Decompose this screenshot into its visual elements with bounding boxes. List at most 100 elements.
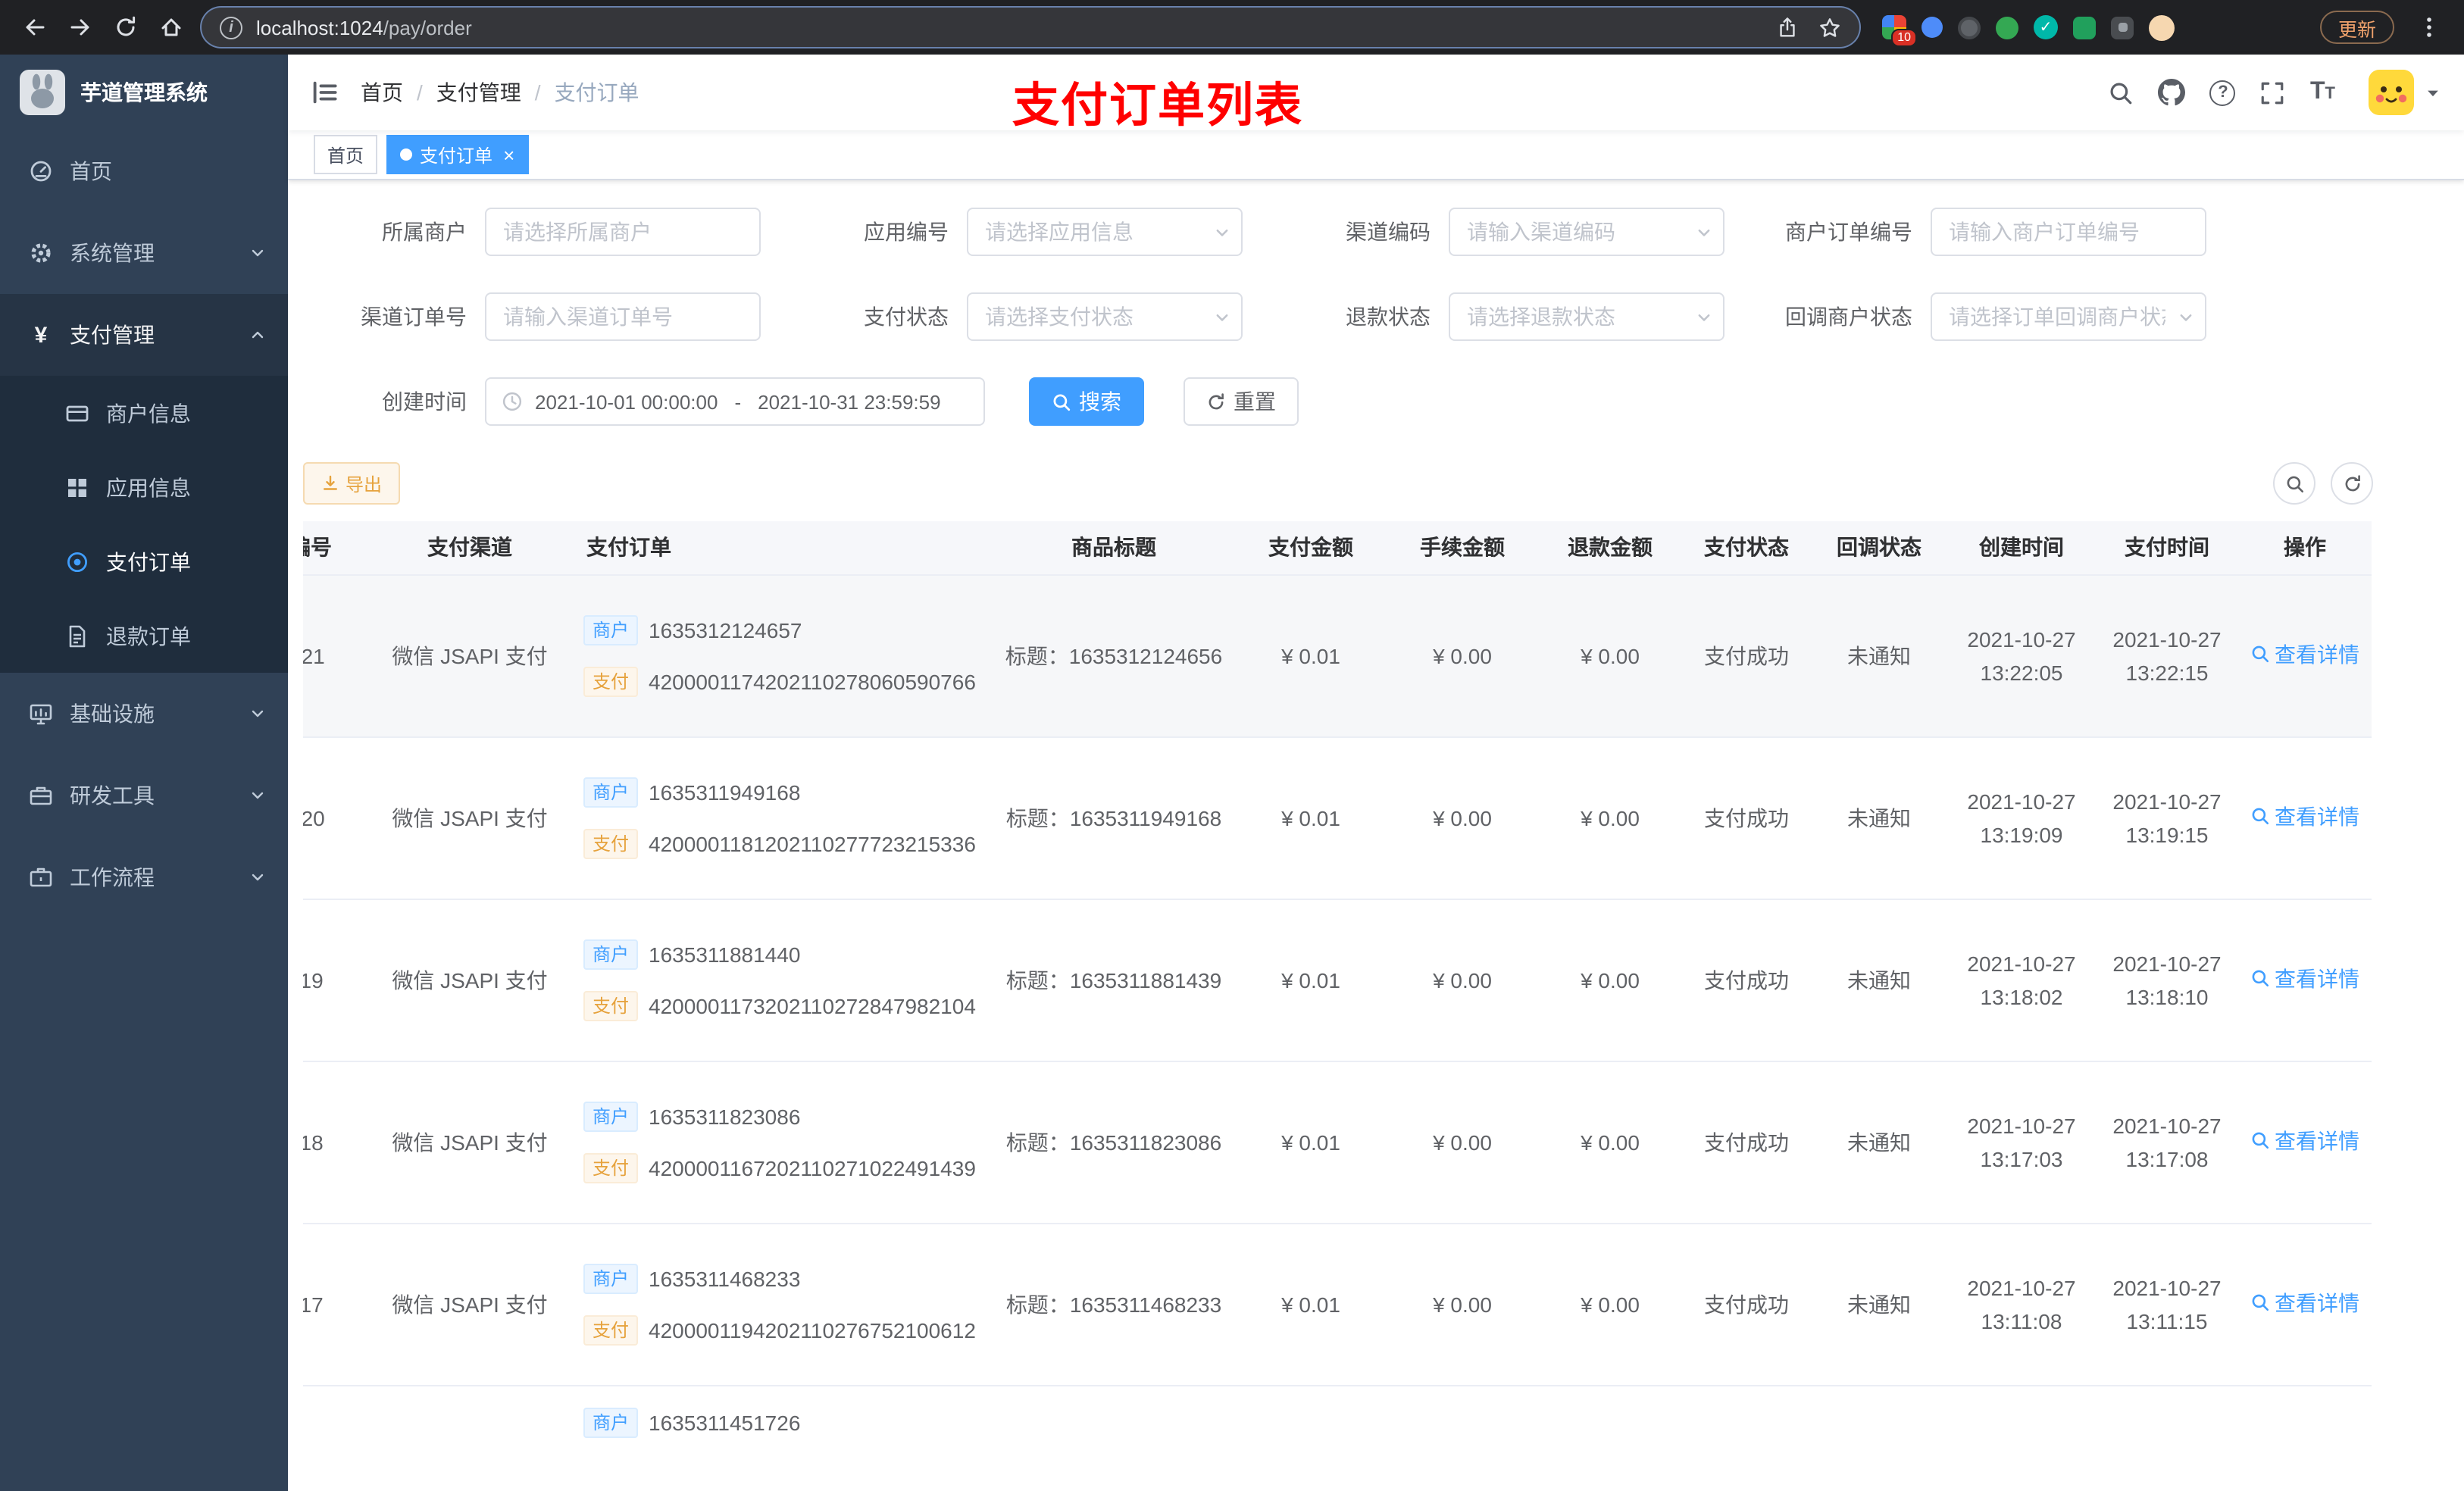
app-logo-row[interactable]: 芋道管理系统	[0, 55, 288, 130]
breadcrumb-current: 支付订单	[554, 80, 639, 105]
share-icon[interactable]	[1776, 16, 1799, 39]
sidebar-item-refund-order[interactable]: 退款订单	[0, 599, 288, 673]
create-time-cell: 2021-10-27 13:22:05	[1947, 574, 2096, 737]
view-detail-link[interactable]: 查看详情	[2250, 800, 2359, 833]
view-detail-link[interactable]: 查看详情	[2250, 1124, 2359, 1158]
back-button[interactable]	[12, 5, 58, 50]
filter-merchant-order-no: 商户订单编号	[1749, 208, 2206, 256]
col-channel: 支付渠道	[371, 521, 568, 575]
search-icon	[1053, 393, 1071, 411]
github-icon[interactable]	[2158, 79, 2186, 106]
forward-button[interactable]	[58, 5, 103, 50]
date-range-picker[interactable]: 2021-10-01 00:00:00 - 2021-10-31 23:59:5…	[485, 377, 985, 426]
search-icon[interactable]	[2109, 80, 2134, 105]
sidebar-item-pay-order[interactable]: 支付订单	[0, 524, 288, 599]
order-id-cell: 118	[303, 1061, 371, 1224]
extension-puzzle-icon[interactable]	[2111, 16, 2134, 39]
sidebar-item-infrastructure[interactable]: 基础设施	[0, 673, 288, 755]
extension-green-square-icon[interactable]	[2073, 16, 2096, 39]
export-button[interactable]: 导出	[303, 462, 401, 505]
filter-app-no-select[interactable]	[967, 208, 1243, 256]
fee-amount-cell: ¥ 0.00	[1387, 1061, 1538, 1224]
filter-merchant-input[interactable]	[485, 208, 761, 256]
close-tab-icon[interactable]: ×	[503, 143, 514, 166]
browser-update-button[interactable]: 更新	[2319, 11, 2394, 44]
product-title-cell: 标题：1635312124656	[993, 574, 1235, 737]
sidebar-item-app-info[interactable]: 应用信息	[0, 450, 288, 524]
forward-arrow-icon	[70, 19, 89, 36]
merchant-order-no: 1635311468233	[649, 1266, 801, 1290]
filter-pay-status-select[interactable]	[967, 292, 1243, 341]
url-host: localhost:1024	[256, 16, 383, 39]
extension-green-icon[interactable]	[1996, 16, 2018, 39]
profile-avatar-icon[interactable]	[2149, 14, 2175, 40]
action-cell: 查看详情	[2238, 736, 2372, 899]
extension-gray-icon[interactable]	[1958, 16, 1981, 39]
filter-refund-status-select[interactable]	[1449, 292, 1724, 341]
date-separator: -	[734, 390, 742, 413]
font-size-icon[interactable]: TT	[2310, 79, 2335, 106]
address-bar[interactable]: i localhost:1024/pay/order	[200, 6, 1861, 48]
pay-order-no: 4200001173202110272847982104	[649, 993, 976, 1017]
tab-pay-order[interactable]: 支付订单 ×	[386, 135, 529, 174]
merchant-tag: 商户	[583, 777, 639, 807]
breadcrumb-payment[interactable]: 支付管理	[436, 77, 521, 108]
col-notify: 回调状态	[1811, 521, 1947, 575]
breadcrumb-home[interactable]: 首页	[361, 77, 403, 108]
table-row: 119 微信 JSAPI 支付 商户 1635311881440 支付 4200…	[303, 899, 2372, 1061]
bookmark-star-icon[interactable]	[1818, 16, 1841, 39]
tab-home[interactable]: 首页	[314, 135, 378, 174]
view-detail-link[interactable]: 查看详情	[2250, 962, 2359, 996]
page-content: 所属商户 应用编号 渠道编码 商户订单编号	[288, 180, 2464, 1491]
extension-colorful-icon[interactable]: 10	[1882, 15, 1917, 47]
sidebar-item-merchant-info[interactable]: 商户信息	[0, 376, 288, 450]
sidebar-item-system[interactable]: 系统管理	[0, 212, 288, 294]
pay-order-line: 支付 4200001173202110272847982104	[583, 990, 987, 1021]
extension-teal-check-icon[interactable]: ✓	[2034, 15, 2058, 39]
view-detail-link[interactable]: 查看详情	[2250, 1286, 2359, 1320]
home-button[interactable]	[149, 5, 194, 50]
filter-merchant-order-no-input[interactable]	[1931, 208, 2206, 256]
fee-amount-cell: ¥ 0.00	[1387, 899, 1538, 1061]
help-icon[interactable]: ?	[2209, 80, 2236, 105]
kebab-menu-icon	[2427, 17, 2431, 37]
reset-button[interactable]: 重置	[1184, 377, 1299, 426]
fullscreen-icon[interactable]	[2260, 80, 2286, 105]
reload-button[interactable]	[103, 5, 149, 50]
site-info-icon[interactable]: i	[220, 16, 242, 39]
pay-order-cell: 商户 1635311468233 支付 42000011942021102767…	[568, 1223, 993, 1386]
pay-tag: 支付	[583, 990, 639, 1021]
tags-view: 首页 支付订单 ×	[288, 130, 2464, 180]
sidebar-item-payment[interactable]: ¥ 支付管理	[0, 294, 288, 376]
col-title: 商品标题	[993, 521, 1235, 575]
page-title: 支付订单列表	[1012, 79, 1303, 132]
create-time-cell: 2021-10-27 13:18:02	[1947, 899, 2096, 1061]
table-row: 121 微信 JSAPI 支付 商户 1635312124657 支付 4200…	[303, 574, 2372, 737]
sidebar-item-devtools[interactable]: 研发工具	[0, 755, 288, 836]
sidebar-item-home[interactable]: 首页	[0, 130, 288, 212]
pay-order-line: 支付 4200001174202110278060590766	[583, 666, 987, 696]
pay-order-cell: 商户 1635311823086 支付 42000011672021102710…	[568, 1061, 993, 1224]
view-detail-link[interactable]: 查看详情	[2250, 638, 2359, 671]
filter-create-time-label: 创建时间	[382, 389, 467, 414]
chevron-down-icon	[1698, 314, 1710, 321]
filter-channel-order-no-input[interactable]	[485, 292, 761, 341]
filter-channel-code-select[interactable]	[1449, 208, 1724, 256]
pay-time-cell: 2021-10-27 13:18:10	[2096, 899, 2238, 1061]
hamburger-button[interactable]	[288, 79, 361, 106]
browser-menu-button[interactable]	[2406, 5, 2452, 50]
user-menu[interactable]	[2369, 70, 2441, 115]
notify-status-cell: 未通知	[1811, 899, 1947, 1061]
filter-channel-order-no-label: 渠道订单号	[361, 305, 467, 329]
pay-amount-cell: ¥ 0.01	[1235, 574, 1387, 737]
extension-blue-icon[interactable]	[1921, 17, 1943, 38]
clock-icon	[502, 392, 522, 411]
merchant-order-line: 商户 1635311949168	[583, 777, 987, 807]
sidebar-item-workflow[interactable]: 工作流程	[0, 836, 288, 918]
merchant-order-line: 商户 1635311451726	[583, 1407, 987, 1437]
search-button[interactable]: 搜索	[1029, 377, 1144, 426]
filter-notify-status-select[interactable]	[1931, 292, 2206, 341]
document-icon	[65, 624, 89, 648]
refresh-table-button[interactable]	[2331, 462, 2373, 505]
search-toggle-button[interactable]	[2273, 462, 2315, 505]
